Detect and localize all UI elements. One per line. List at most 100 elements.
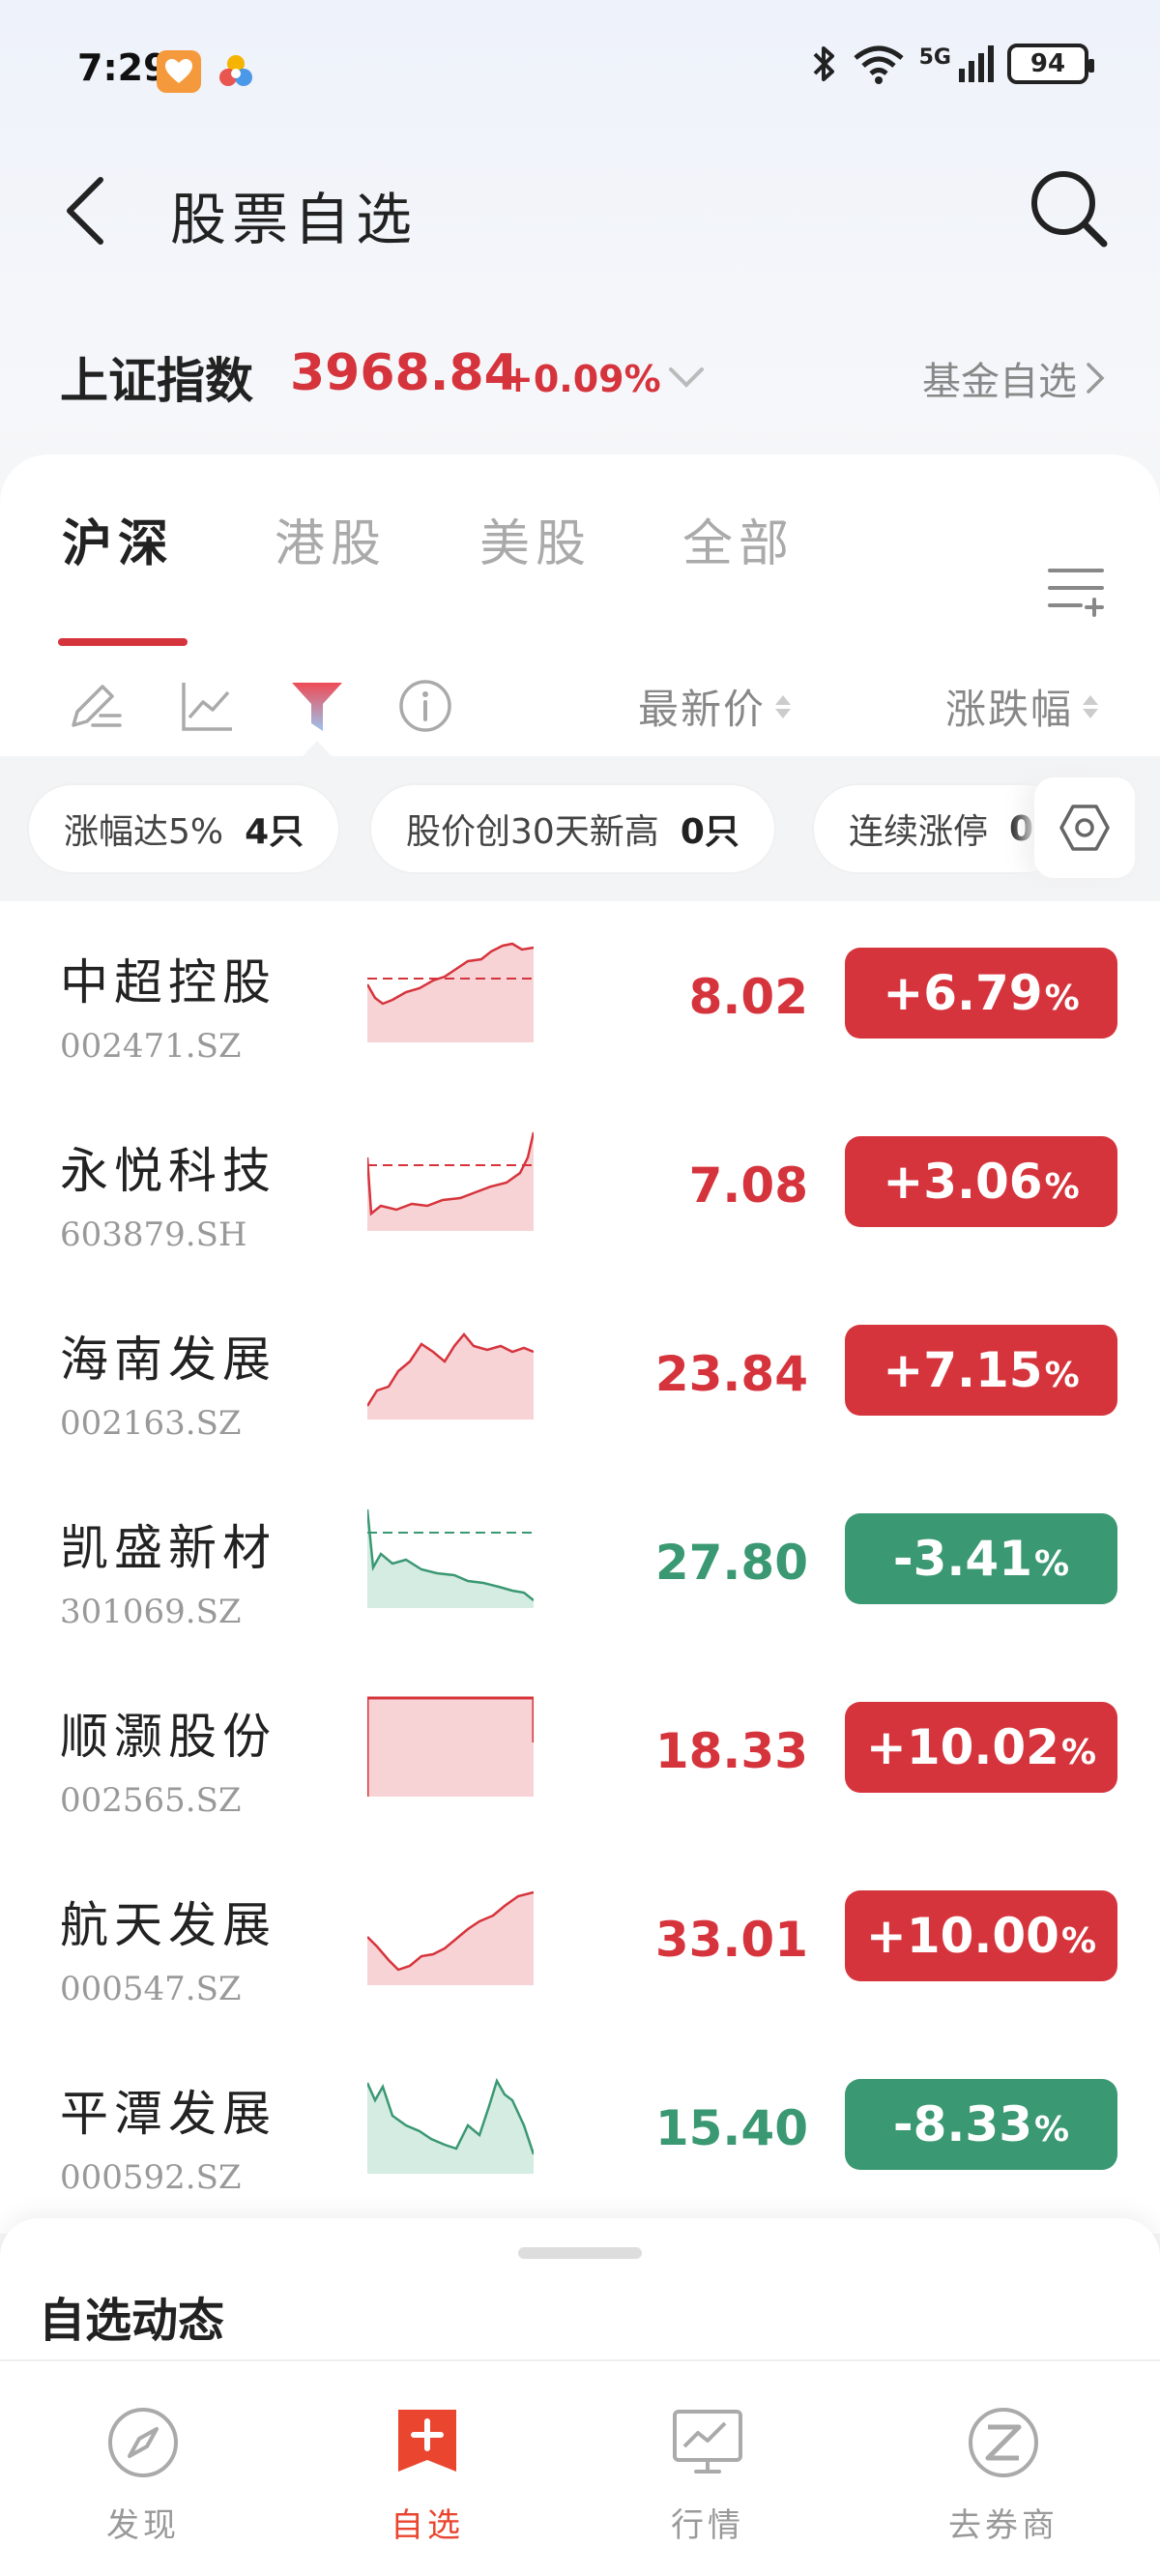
stock-row[interactable]: 顺灏股份 002565.SZ 18.33 +10.02% — [0, 1684, 1160, 1873]
stock-row[interactable]: 航天发展 000547.SZ 33.01 +10.00% — [0, 1873, 1160, 2062]
stock-row[interactable]: 海南发展 002163.SZ 23.84 +7.15% — [0, 1307, 1160, 1496]
tab-shanghai-shenzhen[interactable]: 沪深 — [62, 503, 174, 575]
status-right: 5G 94 — [809, 43, 1094, 85]
compass-icon — [108, 2408, 178, 2477]
stock-name: 航天发展 — [60, 1897, 276, 1953]
battery-indicator: 94 — [1007, 44, 1094, 84]
watchlist-news-sheet[interactable]: 自选动态 — [0, 2218, 1160, 2363]
nav-broker[interactable]: 去券商 — [907, 2404, 1100, 2546]
stock-code: 000592.SZ — [60, 2158, 242, 2197]
stock-price: 15.40 — [654, 2100, 808, 2156]
chart-mode-icon[interactable] — [176, 675, 238, 737]
chip-count: 0 — [1009, 808, 1034, 849]
stock-name: 海南发展 — [60, 1332, 276, 1388]
chip-30day-high[interactable]: 股价创30天新高 0只 — [369, 783, 776, 874]
index-value: 3968.84 — [290, 344, 519, 402]
chevron-right-icon — [1087, 363, 1105, 394]
stock-price: 27.80 — [654, 1535, 808, 1591]
nav-label: 行情 — [671, 2506, 744, 2545]
tab-all[interactable]: 全部 — [682, 503, 795, 575]
change-badge[interactable]: +3.06% — [845, 1136, 1117, 1227]
stock-name: 凯盛新材 — [60, 1520, 276, 1576]
intraday-sparkline — [367, 1131, 534, 1231]
settings-hexagon-icon — [1059, 805, 1110, 851]
change-badge[interactable]: +10.00% — [845, 1890, 1117, 1981]
chip-count: 4只 — [245, 812, 304, 852]
nav-label: 去券商 — [948, 2506, 1058, 2545]
stock-code: 002565.SZ — [60, 1781, 242, 1820]
sort-arrows-icon — [775, 694, 792, 718]
stock-row[interactable]: 中超控股 002471.SZ 8.02 +6.79% — [0, 930, 1160, 1119]
fund-watchlist-link[interactable]: 基金自选 — [922, 350, 1106, 406]
stock-code: 000547.SZ — [60, 1970, 242, 2008]
percent-sign: % — [1060, 1732, 1097, 1772]
sort-by-price[interactable]: 最新价 — [638, 677, 792, 736]
change-badge[interactable]: -8.33% — [845, 2079, 1117, 2170]
nav-label: 自选 — [391, 2506, 464, 2545]
signal-bar — [959, 69, 965, 82]
search-button[interactable] — [1025, 164, 1112, 251]
stock-code: 603879.SH — [60, 1215, 247, 1254]
wifi-icon — [854, 45, 904, 84]
list-toolbar: 最新价 涨跌幅 — [0, 658, 1160, 756]
chip-settings-button[interactable] — [1034, 777, 1135, 878]
percent-sign: % — [1034, 2109, 1070, 2150]
change-badge[interactable]: +6.79% — [845, 948, 1117, 1039]
stock-price: 23.84 — [654, 1346, 808, 1402]
nav-watchlist[interactable]: 自选 — [331, 2404, 524, 2546]
signal-bar — [988, 45, 994, 82]
back-button[interactable] — [56, 172, 124, 249]
chip-gain-5pct[interactable]: 涨幅达5% 4只 — [27, 783, 341, 874]
percent-sign: % — [1044, 1355, 1080, 1395]
info-icon[interactable] — [394, 675, 456, 737]
stock-price: 18.33 — [654, 1723, 808, 1779]
intraday-sparkline — [367, 1332, 534, 1420]
page-root: 7:29 5G 94 股票自选 上证指数 3968.84 +0.09% 基金自选… — [0, 0, 1160, 2576]
chevron-down-icon[interactable] — [665, 358, 708, 396]
stock-name: 中超控股 — [60, 954, 276, 1010]
stock-name: 顺灏股份 — [60, 1709, 276, 1765]
tab-us[interactable]: 美股 — [479, 503, 592, 575]
stock-price: 33.01 — [654, 1912, 808, 1968]
tab-hong-kong[interactable]: 港股 — [275, 503, 387, 575]
stock-row[interactable]: 凯盛新材 301069.SZ 27.80 -3.41% — [0, 1496, 1160, 1684]
chip-label: 连续涨停 — [849, 812, 989, 852]
stock-row[interactable]: 永悦科技 603879.SH 7.08 +3.06% — [0, 1119, 1160, 1307]
market-chart-icon — [673, 2410, 742, 2474]
nav-market[interactable]: 行情 — [611, 2404, 804, 2546]
signal-bar — [978, 53, 984, 82]
change-badge[interactable]: +10.02% — [845, 1702, 1117, 1793]
filter-chips: 涨幅达5% 4只 股价创30天新高 0只 连续涨停 0 — [0, 756, 1160, 901]
status-bar: 7:29 5G 94 — [0, 0, 1160, 135]
stock-name: 永悦科技 — [60, 1143, 276, 1199]
intraday-sparkline — [367, 1890, 534, 1985]
stock-code: 002163.SZ — [60, 1404, 242, 1443]
bottom-navigation: 发现 自选 行情 去券商 — [0, 2359, 1160, 2576]
index-change: +0.09% — [503, 358, 661, 400]
sheet-drag-handle[interactable] — [518, 2247, 642, 2259]
intraday-sparkline — [367, 942, 534, 1042]
percent-sign: % — [1034, 1543, 1070, 1584]
stock-price: 7.08 — [688, 1157, 808, 1214]
index-summary[interactable]: 上证指数 3968.84 +0.09% 基金自选 — [0, 329, 1160, 425]
change-value: +10.00 — [865, 1908, 1059, 1964]
edit-list-icon[interactable] — [64, 675, 126, 737]
sort-by-change[interactable]: 涨跌幅 — [945, 677, 1099, 736]
change-badge[interactable]: -3.41% — [845, 1513, 1117, 1604]
filter-icon[interactable] — [286, 675, 348, 737]
change-value: +7.15 — [883, 1342, 1043, 1398]
group-manage-icon[interactable] — [1044, 561, 1112, 619]
index-name: 上证指数 — [60, 353, 253, 409]
change-value: -8.33 — [892, 2096, 1033, 2152]
change-badge[interactable]: +7.15% — [845, 1325, 1117, 1416]
active-tab-indicator — [58, 638, 188, 646]
battery-level: 94 — [1030, 49, 1066, 78]
chip-count: 0只 — [680, 812, 740, 852]
page-title: 股票自选 — [170, 187, 419, 252]
back-arrow-icon — [67, 177, 103, 245]
intraday-sparkline — [367, 1508, 534, 1608]
chip-consecutive-limit-up[interactable]: 连续涨停 0 — [812, 783, 1071, 874]
change-value: +3.06 — [883, 1154, 1043, 1210]
price-column-label: 最新价 — [638, 686, 767, 733]
nav-discover[interactable]: 发现 — [46, 2404, 240, 2546]
